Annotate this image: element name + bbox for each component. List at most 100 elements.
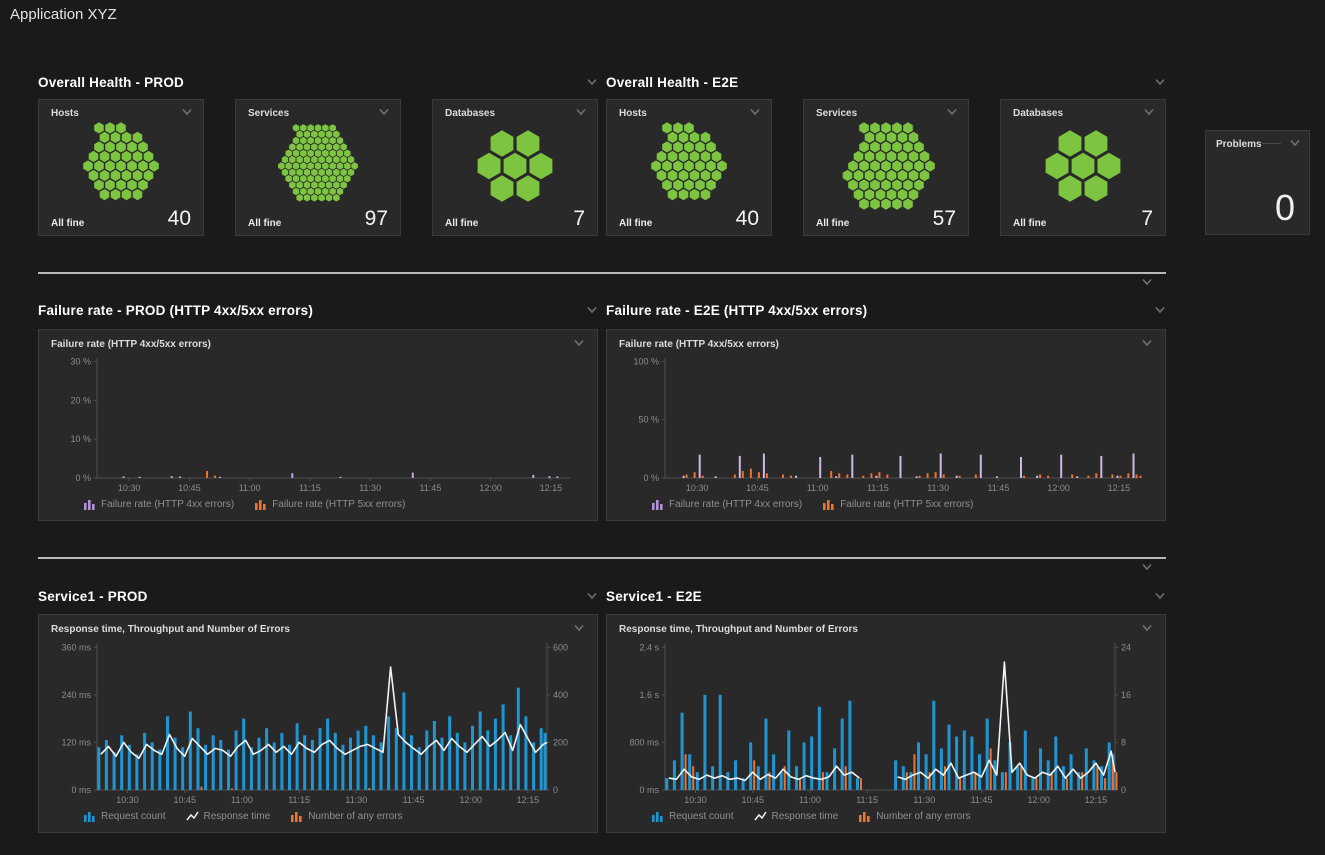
svg-text:12:15: 12:15 <box>1108 483 1131 493</box>
legend-item[interactable]: Number of any errors <box>290 811 402 822</box>
chevron-down-icon[interactable] <box>1141 339 1153 347</box>
chevron-down-icon[interactable] <box>1143 108 1155 116</box>
svg-text:11:15: 11:15 <box>856 795 878 805</box>
health-tile-hosts-prod[interactable]: Hosts All fine 40 <box>38 99 204 236</box>
chevron-down-icon[interactable] <box>749 108 761 116</box>
chevron-down-icon[interactable] <box>946 108 958 116</box>
entity-count: 97 <box>365 208 388 229</box>
service1-e2e-tile[interactable]: Response time, Throughput and Number of … <box>606 614 1166 833</box>
tile-title: Databases <box>445 108 495 119</box>
svg-text:11:00: 11:00 <box>239 483 261 493</box>
svg-text:2.4 s: 2.4 s <box>639 642 659 652</box>
chevron-down-icon[interactable] <box>1154 306 1166 314</box>
chevron-down-icon[interactable] <box>1289 139 1301 147</box>
section-title: Overall Health - PROD <box>38 75 184 90</box>
chart-legend: Failure rate (HTTP 4xx errors) Failure ra… <box>51 494 585 514</box>
legend-label: Failure rate (HTTP 5xx errors) <box>840 499 973 510</box>
legend-label: Request count <box>669 811 734 822</box>
section-title: Service1 - E2E <box>606 589 702 604</box>
failure-rate-e2e-tile[interactable]: Failure rate (HTTP 4xx/5xx errors) 0 %50… <box>606 329 1166 521</box>
bar-series-icon <box>858 811 871 822</box>
chevron-down-icon[interactable] <box>1141 563 1153 571</box>
legend-item[interactable]: Failure rate (HTTP 4xx errors) <box>83 499 234 510</box>
entity-count: 7 <box>1141 208 1153 229</box>
chevron-down-icon[interactable] <box>181 108 193 116</box>
chevron-down-icon[interactable] <box>586 306 598 314</box>
chevron-down-icon[interactable] <box>378 108 390 116</box>
chart-legend: Request count Response time Number of any … <box>619 806 1153 826</box>
problems-tile[interactable]: Problems 0 <box>1205 130 1310 235</box>
failure-rate-e2e-chart[interactable]: 0 %50 %100 %10:3010:4511:0011:1511:3011:… <box>619 352 1153 494</box>
section-title: Failure rate - PROD (HTTP 4xx/5xx errors… <box>38 303 313 318</box>
legend-label: Failure rate (HTTP 4xx errors) <box>669 499 802 510</box>
chevron-down-icon[interactable] <box>586 78 598 86</box>
legend-item[interactable]: Request count <box>651 811 734 822</box>
failure-rate-prod-tile[interactable]: Failure rate (HTTP 4xx/5xx errors) 0 %10… <box>38 329 598 521</box>
service1-e2e-chart[interactable]: 0 ms800 ms1.6 s2.4 s08162410:3010:4511:0… <box>619 637 1153 806</box>
hex-cluster <box>804 124 968 207</box>
legend-item[interactable]: Request count <box>83 811 166 822</box>
service1-prod-chart[interactable]: 0 ms120 ms240 ms360 ms020040060010:3010:… <box>51 637 585 806</box>
status-label: All fine <box>619 218 652 229</box>
bar-series-icon <box>254 499 267 510</box>
chevron-down-icon[interactable] <box>1154 78 1166 86</box>
svg-text:1.6 s: 1.6 s <box>639 690 659 700</box>
problems-trend-line <box>1262 143 1281 144</box>
section-header-service1-prod: Service1 - PROD <box>38 586 598 606</box>
chevron-down-icon[interactable] <box>1154 592 1166 600</box>
svg-text:12:15: 12:15 <box>517 795 540 805</box>
bar-series-icon <box>290 811 303 822</box>
entity-count: 57 <box>933 208 956 229</box>
svg-text:200: 200 <box>553 737 568 747</box>
hex-cluster <box>1001 124 1165 207</box>
status-label: All fine <box>248 218 281 229</box>
legend-item[interactable]: Failure rate (HTTP 5xx errors) <box>822 499 973 510</box>
svg-text:10:45: 10:45 <box>173 795 196 805</box>
svg-text:11:15: 11:15 <box>299 483 321 493</box>
svg-text:11:30: 11:30 <box>345 795 367 805</box>
line-series-icon <box>754 811 767 822</box>
section-header-failure-rate-e2e: Failure rate - E2E (HTTP 4xx/5xx errors) <box>606 300 1166 320</box>
status-label: All fine <box>51 218 84 229</box>
health-tile-databases-prod[interactable]: Databases All fine 7 <box>432 99 598 236</box>
chevron-down-icon[interactable] <box>573 339 585 347</box>
legend-item[interactable]: Number of any errors <box>858 811 970 822</box>
svg-text:11:00: 11:00 <box>807 483 829 493</box>
svg-text:10:45: 10:45 <box>746 483 769 493</box>
svg-text:11:45: 11:45 <box>419 483 441 493</box>
svg-text:0 ms: 0 ms <box>71 785 91 795</box>
svg-text:11:15: 11:15 <box>288 795 310 805</box>
legend-label: Failure rate (HTTP 4xx errors) <box>101 499 234 510</box>
legend-item[interactable]: Response time <box>186 811 271 822</box>
legend-label: Failure rate (HTTP 5xx errors) <box>272 499 405 510</box>
svg-text:10:30: 10:30 <box>118 483 141 493</box>
chevron-down-icon[interactable] <box>1141 624 1153 632</box>
chevron-down-icon[interactable] <box>1141 278 1153 286</box>
legend-item[interactable]: Failure rate (HTTP 4xx errors) <box>651 499 802 510</box>
svg-text:10:30: 10:30 <box>684 795 707 805</box>
svg-text:30 %: 30 % <box>70 356 91 366</box>
health-tile-services-e2e[interactable]: Services All fine 57 <box>803 99 969 236</box>
health-tile-databases-e2e[interactable]: Databases All fine 7 <box>1000 99 1166 236</box>
tile-title: Hosts <box>619 108 647 119</box>
svg-text:12:00: 12:00 <box>459 795 482 805</box>
chevron-down-icon[interactable] <box>586 592 598 600</box>
chart-title: Failure rate (HTTP 4xx/5xx errors) <box>51 339 211 350</box>
svg-text:11:45: 11:45 <box>403 795 425 805</box>
svg-text:600: 600 <box>553 642 568 652</box>
health-tile-hosts-e2e[interactable]: Hosts All fine 40 <box>606 99 772 236</box>
legend-item[interactable]: Response time <box>754 811 839 822</box>
svg-text:10:30: 10:30 <box>686 483 709 493</box>
svg-text:11:30: 11:30 <box>359 483 381 493</box>
service1-prod-tile[interactable]: Response time, Throughput and Number of … <box>38 614 598 833</box>
chevron-down-icon[interactable] <box>573 624 585 632</box>
tile-title: Databases <box>1013 108 1063 119</box>
svg-text:12:15: 12:15 <box>1085 795 1108 805</box>
svg-text:12:00: 12:00 <box>479 483 502 493</box>
legend-item[interactable]: Failure rate (HTTP 5xx errors) <box>254 499 405 510</box>
chevron-down-icon[interactable] <box>575 108 587 116</box>
failure-rate-prod-chart[interactable]: 0 %10 %20 %30 %10:3010:4511:0011:1511:30… <box>51 352 585 494</box>
section-header-service1-e2e: Service1 - E2E <box>606 586 1166 606</box>
svg-text:10:45: 10:45 <box>741 795 764 805</box>
health-tile-services-prod[interactable]: Services All fine 97 <box>235 99 401 236</box>
